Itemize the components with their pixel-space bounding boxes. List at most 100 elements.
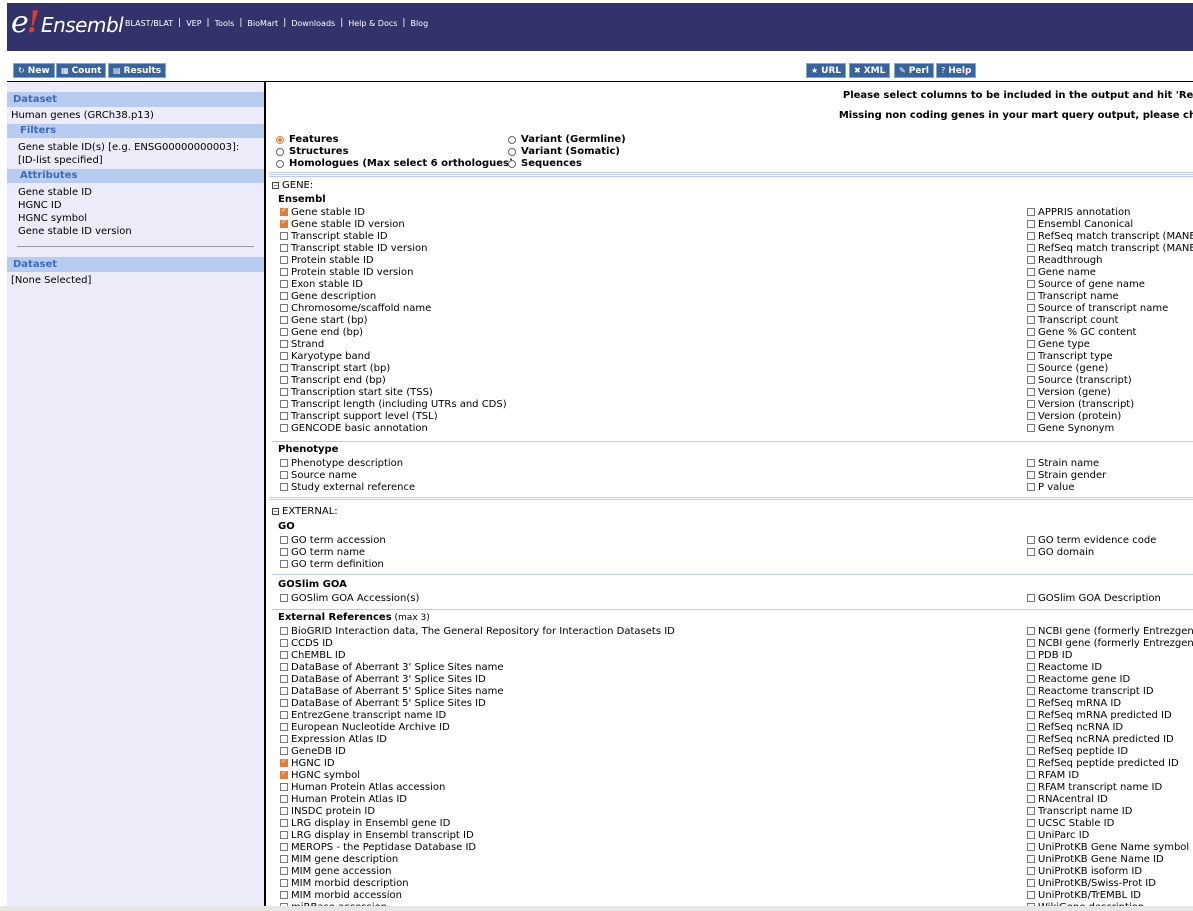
- attribute-checkbox[interactable]: Human Protein Atlas accession: [280, 781, 445, 793]
- dataset-value[interactable]: Human genes (GRCh38.p13): [7, 109, 264, 122]
- checkbox-checked-icon[interactable]: [280, 757, 288, 767]
- checkbox-icon[interactable]: [280, 256, 288, 264]
- attribute-checkbox[interactable]: Human Protein Atlas ID: [280, 793, 407, 805]
- checkbox-icon[interactable]: [1027, 867, 1035, 875]
- checkbox-icon[interactable]: [280, 879, 288, 887]
- attribute-checkbox[interactable]: Phenotype description: [280, 457, 403, 469]
- attribute-checkbox[interactable]: Gene start (bp): [280, 314, 368, 326]
- attribute-checkbox[interactable]: Strand: [280, 338, 324, 350]
- checkbox-icon[interactable]: [1027, 280, 1035, 288]
- checkbox-icon[interactable]: [1027, 747, 1035, 755]
- checkbox-icon[interactable]: [1027, 699, 1035, 707]
- attribute-checkbox[interactable]: Readthrough: [1027, 254, 1102, 266]
- radio-somatic[interactable]: Variant (Somatic): [508, 146, 620, 157]
- radio-sequences[interactable]: Sequences: [508, 158, 582, 169]
- checkbox-icon[interactable]: [1027, 268, 1035, 276]
- checkbox-icon[interactable]: [280, 560, 288, 568]
- checkbox-icon[interactable]: [1027, 663, 1035, 671]
- checkbox-icon[interactable]: [280, 388, 288, 396]
- attribute-checkbox[interactable]: GO term definition: [280, 558, 384, 570]
- radio-features[interactable]: Features: [276, 134, 339, 145]
- attribute-checkbox[interactable]: UniProtKB Gene Name symbol: [1027, 841, 1189, 853]
- checkbox-icon[interactable]: [1027, 759, 1035, 767]
- attribute-checkbox[interactable]: Source of transcript name: [1027, 302, 1168, 314]
- attribute-checkbox[interactable]: Karyotype band: [280, 350, 370, 362]
- checkbox-icon[interactable]: [280, 663, 288, 671]
- filters-heading[interactable]: Filters: [7, 124, 264, 138]
- checkbox-icon[interactable]: [1027, 536, 1035, 544]
- checkbox-icon[interactable]: [1027, 459, 1035, 467]
- external-section-toggle[interactable]: − EXTERNAL:: [272, 506, 338, 517]
- attributes-heading[interactable]: Attributes: [7, 169, 264, 183]
- attribute-checkbox[interactable]: Gene stable ID: [280, 206, 365, 218]
- attribute-checkbox[interactable]: Gene Synonym: [1027, 422, 1114, 434]
- checkbox-icon[interactable]: [280, 723, 288, 731]
- horizontal-scrollbar[interactable]: [0, 906, 1193, 911]
- attribute-checkbox[interactable]: Transcription start site (TSS): [280, 386, 433, 398]
- checkbox-icon[interactable]: [280, 471, 288, 479]
- attribute-checkbox[interactable]: RefSeq ncRNA predicted ID: [1027, 733, 1174, 745]
- checkbox-icon[interactable]: [280, 400, 288, 408]
- attribute-checkbox[interactable]: Reactome transcript ID: [1027, 685, 1154, 697]
- nav-help-docs[interactable]: Help & Docs: [348, 19, 397, 28]
- attribute-checkbox[interactable]: GOSlim GOA Description: [1027, 592, 1161, 604]
- attribute-checkbox[interactable]: Version (gene): [1027, 386, 1111, 398]
- nav-blog[interactable]: Blog: [410, 19, 428, 28]
- attribute-checkbox[interactable]: RefSeq match transcript (MANE Plus Clini…: [1027, 242, 1193, 254]
- nav-blast[interactable]: BLAST/BLAT: [125, 19, 173, 28]
- checkbox-icon[interactable]: [280, 795, 288, 803]
- ensembl-logo[interactable]: e ! Ensembl: [11, 5, 124, 41]
- checkbox-icon[interactable]: [280, 459, 288, 467]
- attribute-checkbox[interactable]: Ensembl Canonical: [1027, 218, 1133, 230]
- checkbox-icon[interactable]: [280, 232, 288, 240]
- attribute-checkbox[interactable]: INSDC protein ID: [280, 805, 375, 817]
- attribute-checkbox[interactable]: GENCODE basic annotation: [280, 422, 428, 434]
- checkbox-checked-icon[interactable]: [280, 218, 288, 228]
- attribute-checkbox[interactable]: Source (gene): [1027, 362, 1108, 374]
- checkbox-icon[interactable]: [280, 747, 288, 755]
- checkbox-icon[interactable]: [280, 651, 288, 659]
- attribute-checkbox[interactable]: DataBase of Aberrant 3' Splice Sites ID: [280, 673, 486, 685]
- checkbox-icon[interactable]: [1027, 627, 1035, 635]
- perl-button[interactable]: ✎ Perl: [894, 63, 934, 78]
- new-button[interactable]: ↻ New: [13, 63, 55, 78]
- checkbox-icon[interactable]: [280, 364, 288, 372]
- checkbox-icon[interactable]: [280, 536, 288, 544]
- dataset-heading[interactable]: Dataset: [7, 92, 264, 107]
- attribute-checkbox[interactable]: Transcript length (including UTRs and CD…: [280, 398, 507, 410]
- checkbox-checked-icon[interactable]: [280, 206, 288, 216]
- attribute-checkbox[interactable]: GeneDB ID: [280, 745, 346, 757]
- checkbox-icon[interactable]: [1027, 548, 1035, 556]
- checkbox-icon[interactable]: [1027, 400, 1035, 408]
- radio-homologues[interactable]: Homologues (Max select 6 orthologues): [276, 158, 514, 169]
- checkbox-icon[interactable]: [1027, 483, 1035, 491]
- checkbox-icon[interactable]: [280, 807, 288, 815]
- attribute-checkbox[interactable]: Transcript stable ID: [280, 230, 388, 242]
- checkbox-icon[interactable]: [280, 328, 288, 336]
- attribute-checkbox[interactable]: MEROPS - the Peptidase Database ID: [280, 841, 476, 853]
- checkbox-icon[interactable]: [280, 424, 288, 432]
- attribute-checkbox[interactable]: Transcript count: [1027, 314, 1118, 326]
- checkbox-icon[interactable]: [1027, 292, 1035, 300]
- checkbox-icon[interactable]: [280, 843, 288, 851]
- checkbox-icon[interactable]: [1027, 771, 1035, 779]
- attribute-checkbox[interactable]: LRG display in Ensembl gene ID: [280, 817, 450, 829]
- help-button[interactable]: ? Help: [936, 63, 977, 78]
- attribute-checkbox[interactable]: PDB ID: [1027, 649, 1072, 661]
- checkbox-icon[interactable]: [280, 340, 288, 348]
- nav-tools[interactable]: Tools: [215, 19, 235, 28]
- checkbox-icon[interactable]: [1027, 256, 1035, 264]
- checkbox-icon[interactable]: [1027, 471, 1035, 479]
- count-button[interactable]: ▦ Count: [56, 63, 107, 78]
- checkbox-icon[interactable]: [1027, 843, 1035, 851]
- attribute-checkbox[interactable]: Protein stable ID: [280, 254, 374, 266]
- checkbox-icon[interactable]: [1027, 891, 1035, 899]
- checkbox-icon[interactable]: [280, 687, 288, 695]
- attribute-checkbox[interactable]: Source of gene name: [1027, 278, 1145, 290]
- attribute-checkbox[interactable]: APPRIS annotation: [1027, 206, 1130, 218]
- attribute-checkbox[interactable]: Reactome ID: [1027, 661, 1102, 673]
- checkbox-icon[interactable]: [1027, 687, 1035, 695]
- attribute-checkbox[interactable]: Source (transcript): [1027, 374, 1132, 386]
- checkbox-icon[interactable]: [1027, 244, 1035, 252]
- attribute-checkbox[interactable]: EntrezGene transcript name ID: [280, 709, 446, 721]
